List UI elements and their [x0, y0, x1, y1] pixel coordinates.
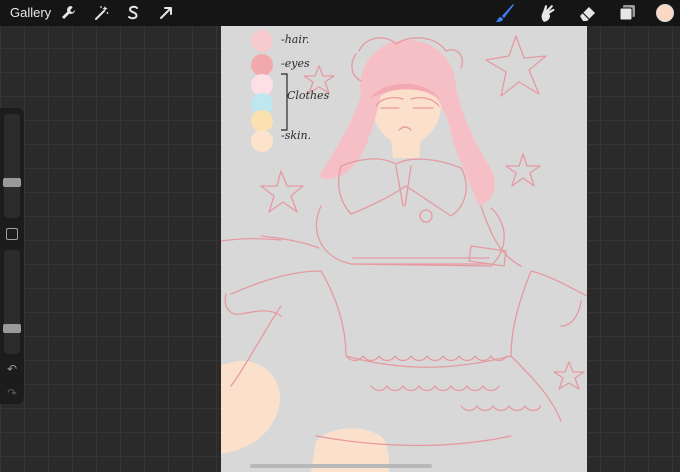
actions-wrench-icon[interactable]	[58, 3, 78, 23]
drawing-canvas[interactable]: -hair. -eyes Clothes -skin.	[221, 26, 587, 472]
brush-size-slider[interactable]	[3, 114, 21, 218]
sketch-artwork	[221, 35, 587, 472]
redo-icon[interactable]: ↷	[4, 386, 20, 400]
layers-icon[interactable]	[616, 2, 638, 24]
modify-button[interactable]	[6, 228, 18, 240]
palette-swatch	[251, 110, 273, 132]
smudge-icon[interactable]	[536, 2, 558, 24]
clothes-bracket	[281, 73, 288, 131]
undo-icon[interactable]: ↶	[4, 362, 20, 376]
selection-s-icon[interactable]	[123, 3, 143, 23]
home-indicator	[250, 464, 432, 468]
gallery-button[interactable]: Gallery	[10, 5, 51, 21]
palette-swatch	[251, 130, 273, 152]
palette-label-hair: -hair.	[281, 33, 310, 46]
eraser-icon[interactable]	[577, 2, 599, 24]
brush-icon[interactable]	[494, 2, 516, 24]
transform-arrow-icon[interactable]	[156, 3, 176, 23]
palette-swatch	[251, 54, 273, 76]
opacity-handle[interactable]	[3, 324, 21, 334]
palette-swatch	[251, 30, 273, 52]
palette-label-eyes: -eyes	[281, 57, 310, 70]
current-color-swatch[interactable]	[656, 4, 674, 22]
brush-sidebar: ↶ ↷	[0, 108, 24, 404]
top-toolbar: Gallery	[0, 0, 680, 26]
skin-fill-layer	[221, 71, 441, 472]
opacity-slider[interactable]	[3, 250, 21, 354]
adjustments-wand-icon[interactable]	[91, 3, 111, 23]
brush-size-handle[interactable]	[3, 177, 21, 187]
